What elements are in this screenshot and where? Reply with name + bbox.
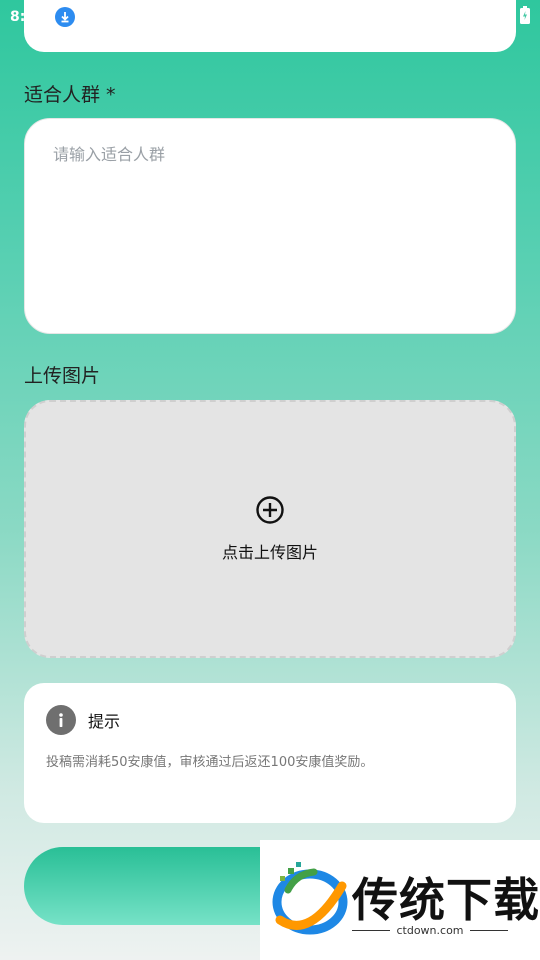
tip-title: 提示	[88, 712, 121, 731]
audience-label-text: 适合人群	[24, 84, 101, 106]
watermark: 传统下载 ctdown.com	[260, 840, 540, 960]
audience-input[interactable]	[24, 118, 516, 334]
tip-header: 提示	[46, 705, 494, 735]
divider	[469, 930, 508, 931]
audience-label: 适合人群 *	[24, 80, 116, 107]
tip-text: 投稿需消耗50安康值，审核通过后返还100安康值奖励。	[46, 755, 374, 770]
required-marker: *	[106, 84, 116, 106]
status-right	[472, 6, 530, 28]
upload-prompt: 点击上传图片	[221, 543, 318, 562]
status-time: 8:43	[10, 9, 45, 25]
status-left: 8:43	[10, 7, 75, 27]
divider	[352, 930, 391, 931]
status-bar: 8:43	[0, 0, 540, 34]
download-icon	[54, 7, 75, 27]
watermark-domain-row: ctdown.com	[352, 924, 508, 937]
watermark-logo-icon	[270, 860, 350, 944]
tip-card: 提示 投稿需消耗50安康值，审核通过后返还100安康值奖励。	[24, 683, 516, 823]
wifi-icon	[472, 7, 492, 27]
watermark-domain: ctdown.com	[396, 924, 464, 937]
watermark-brand: 传统下载	[352, 873, 540, 927]
image-upload-area[interactable]: 点击上传图片	[24, 400, 516, 658]
add-circle-icon	[255, 495, 285, 529]
battery-icon	[520, 6, 530, 28]
signal-icon	[498, 7, 514, 27]
info-icon	[46, 705, 76, 735]
upload-label: 上传图片	[24, 365, 101, 387]
